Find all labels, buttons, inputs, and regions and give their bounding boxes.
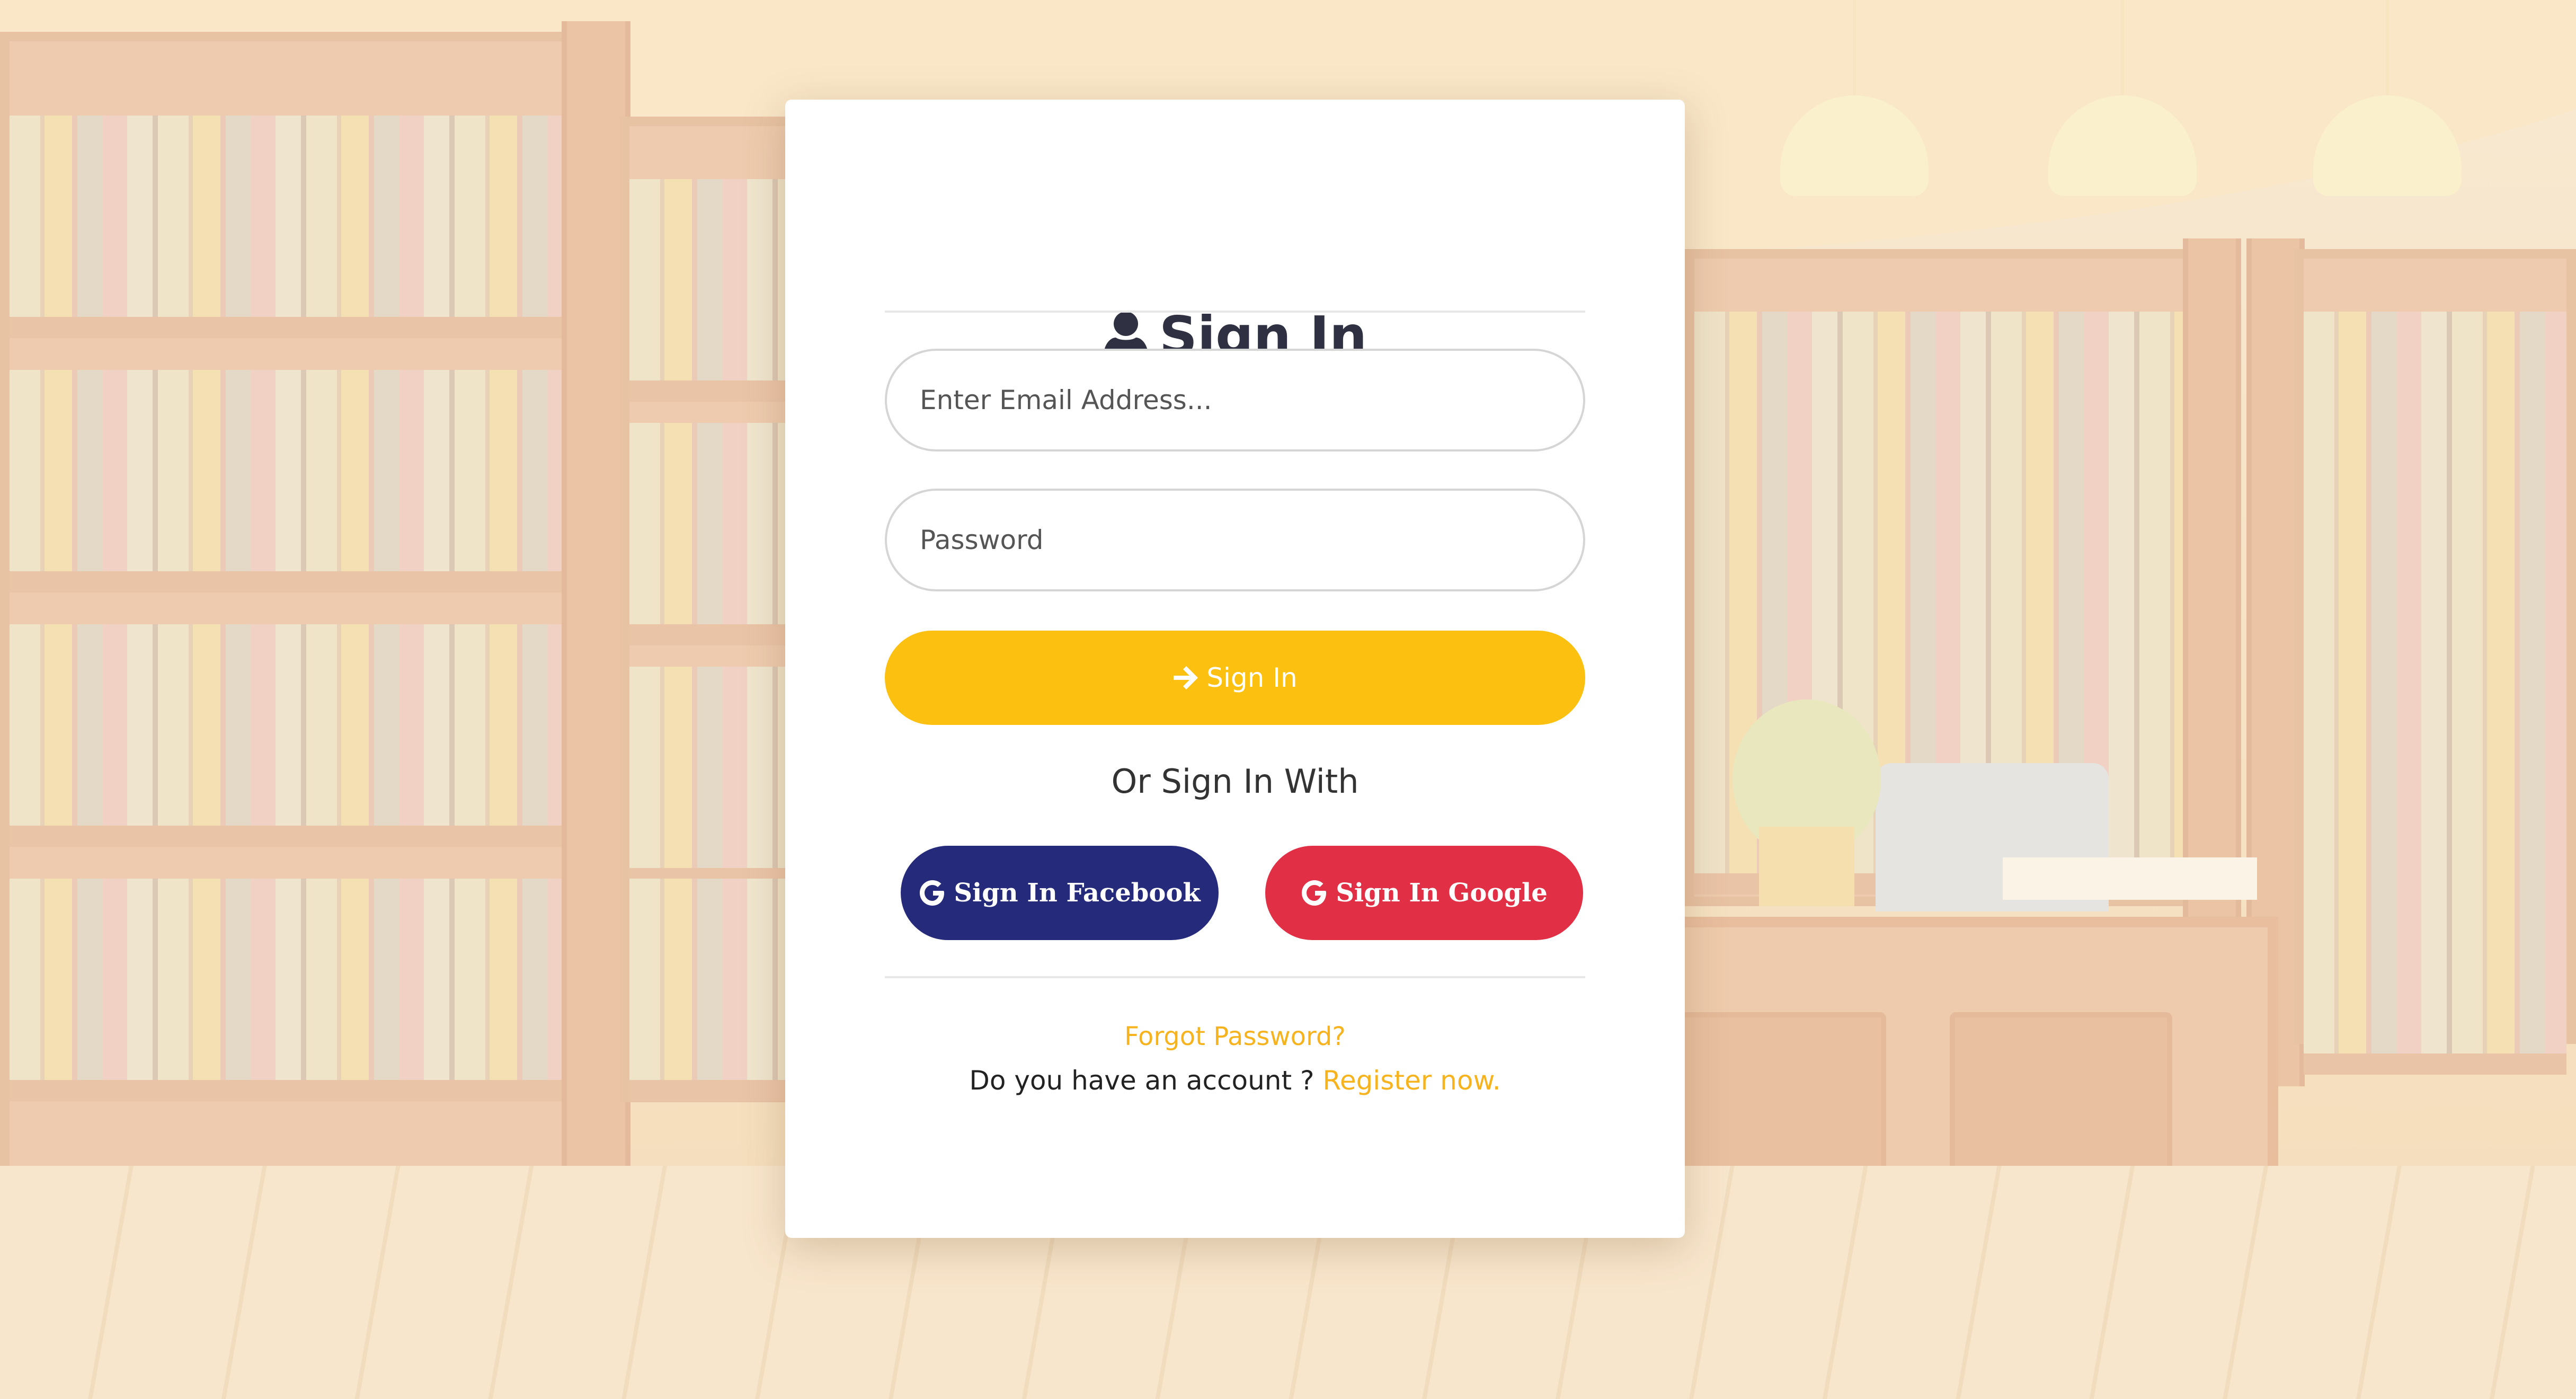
google-g-icon [1302, 880, 1327, 906]
register-link[interactable]: Register now. [1322, 1065, 1500, 1096]
sign-in-button[interactable]: Sign In [885, 631, 1585, 725]
or-sign-in-with: Or Sign In With [1111, 762, 1359, 801]
google-button-label: Sign In Google [1336, 878, 1548, 908]
email-field[interactable] [885, 349, 1585, 451]
sign-in-card: Sign In Sign In Or Sign In With Sign In … [785, 100, 1685, 1238]
password-field[interactable] [885, 489, 1585, 591]
google-sign-in-button[interactable]: Sign In Google [1265, 846, 1583, 940]
arrow-right-icon [1174, 666, 1198, 689]
account-prompt-text: Do you have an account ? [969, 1065, 1314, 1096]
divider-bottom [885, 976, 1585, 978]
sign-in-label: Sign In [1206, 662, 1298, 693]
google-g-icon [920, 880, 945, 906]
register-prompt: Do you have an account ? Register now. [785, 1065, 1685, 1096]
facebook-sign-in-button[interactable]: Sign In Facebook [901, 846, 1219, 940]
forgot-password-link[interactable]: Forgot Password? [785, 1022, 1685, 1051]
divider-top [885, 311, 1585, 313]
facebook-button-label: Sign In Facebook [954, 878, 1201, 908]
